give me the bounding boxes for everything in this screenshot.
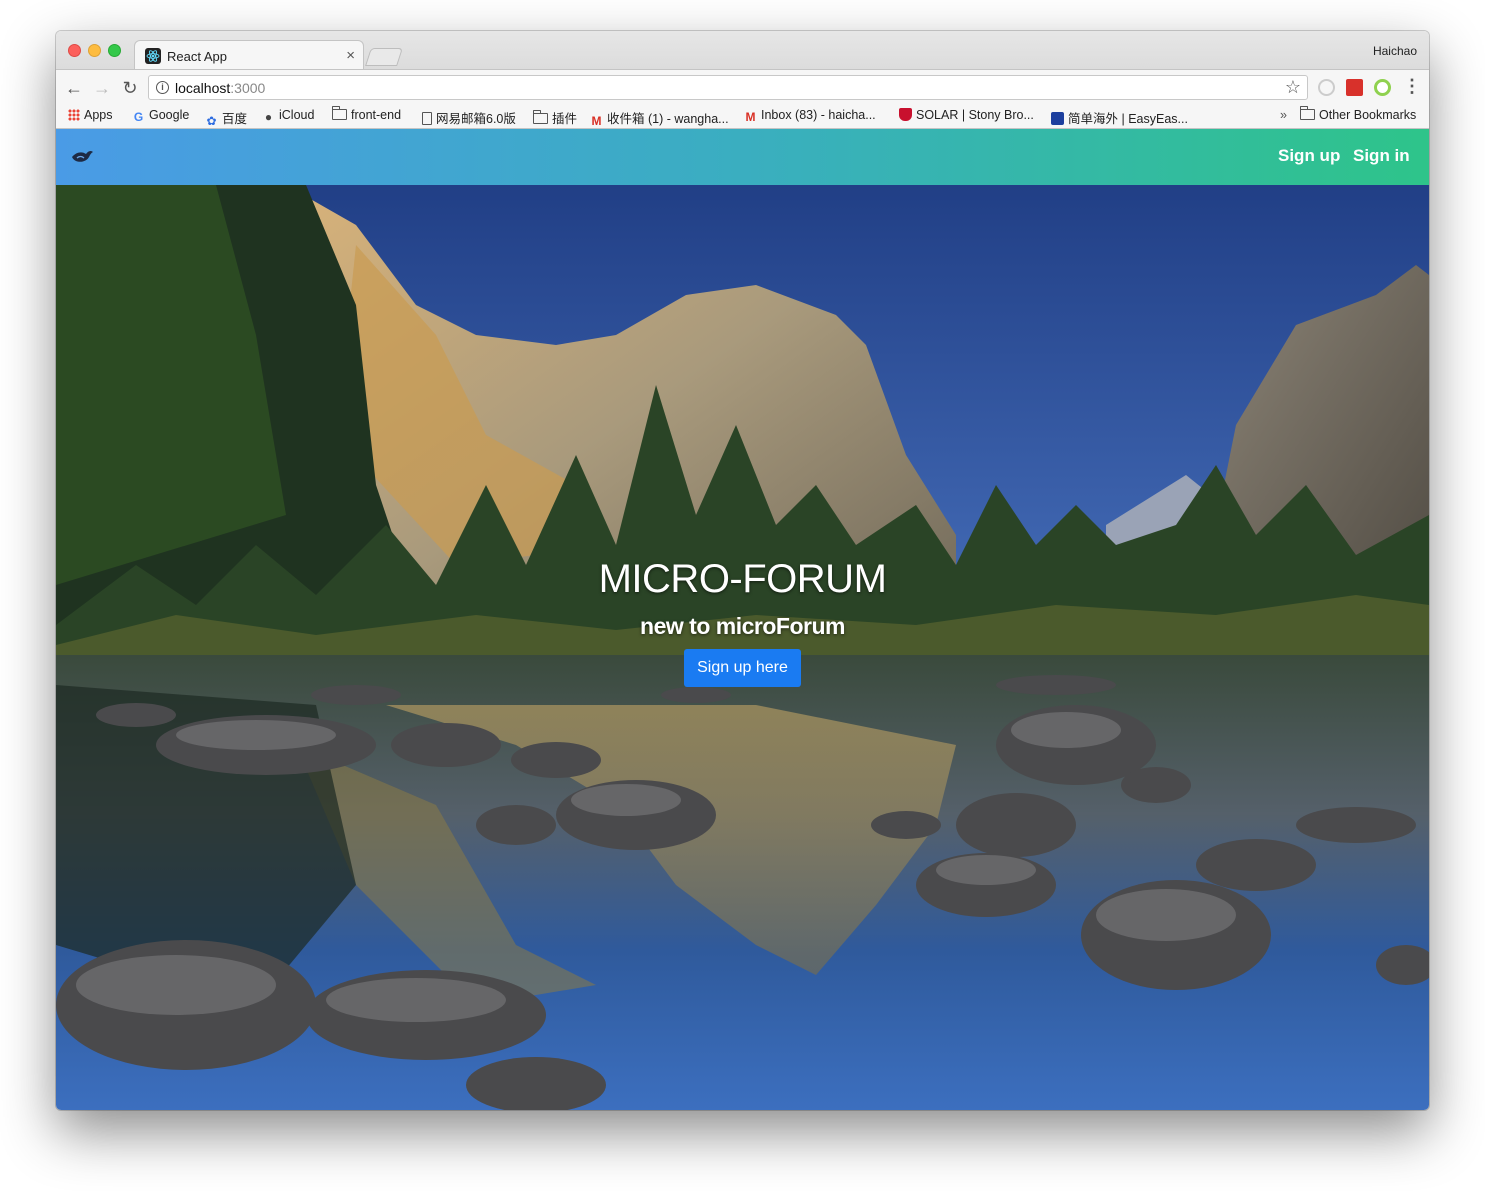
folder-icon <box>332 106 347 120</box>
browser-menu-icon[interactable]: ⋮ <box>1403 76 1421 97</box>
bookmark-baidu[interactable]: ✿ 百度 <box>205 108 247 128</box>
shield-icon <box>899 108 912 121</box>
folder-icon <box>1300 106 1315 120</box>
browser-window: React App × Haichao ← → ↻ i localhost:30… <box>56 31 1429 1110</box>
gmail-icon: M <box>745 110 756 124</box>
bookmark-google[interactable]: G Google <box>132 108 189 124</box>
nav-signin-link[interactable]: Sign in <box>1353 146 1410 166</box>
bookmark-folder-plugins[interactable]: 插件 <box>533 108 577 127</box>
url-text[interactable]: localhost:3000 <box>175 80 265 96</box>
extension-icon[interactable] <box>1318 79 1335 96</box>
bookmark-netease-mail[interactable]: 网易邮箱6.0版 <box>422 108 516 127</box>
bookmarks-overflow-chevron[interactable]: » <box>1280 108 1287 122</box>
folder-icon <box>533 110 548 124</box>
extension-icon[interactable] <box>1374 79 1391 96</box>
forward-icon[interactable]: → <box>92 78 112 98</box>
bookmark-star-icon[interactable]: ☆ <box>1285 77 1301 98</box>
back-icon[interactable]: ← <box>64 78 84 98</box>
bookmark-gmail-inbox-1[interactable]: M 收件箱 (1) - wangha... <box>590 108 729 128</box>
tab-react-app[interactable]: React App × <box>134 40 364 70</box>
browser-toolbar: ← → ↻ i localhost:3000 ☆ ⋮ <box>56 69 1429 104</box>
nav-signup-link[interactable]: Sign up <box>1278 146 1340 166</box>
extension-icon[interactable] <box>1346 79 1363 96</box>
easyeasy-icon <box>1051 112 1064 125</box>
apple-icon: ● <box>264 110 273 124</box>
bookmarks-bar: Apps G Google ✿ 百度 ● iCloud front-end 网易邮箱6… <box>56 104 1429 129</box>
close-window-button[interactable] <box>68 44 81 57</box>
maximize-window-button[interactable] <box>108 44 121 57</box>
bookmark-apps[interactable]: Apps <box>68 108 113 122</box>
tab-close-icon[interactable]: × <box>346 47 355 64</box>
reload-icon[interactable]: ↻ <box>120 78 140 98</box>
address-bar[interactable]: i localhost:3000 ☆ <box>148 75 1308 100</box>
baidu-icon: ✿ <box>206 114 217 128</box>
hero-background-image <box>56 185 1429 1110</box>
hero-section: MICRO-FORUM new to microForum Sign up he… <box>56 185 1429 1110</box>
new-tab-button[interactable] <box>365 48 403 66</box>
bookmark-solar[interactable]: SOLAR | Stony Bro... <box>899 108 1034 122</box>
bookmark-folder-front-end[interactable]: front-end <box>332 106 401 122</box>
signup-here-button[interactable]: Sign up here <box>684 649 801 687</box>
bookmark-other-bookmarks[interactable]: Other Bookmarks <box>1300 106 1416 122</box>
info-icon[interactable]: i <box>156 81 169 94</box>
app-navbar: Sign up Sign in <box>56 129 1429 185</box>
bird-logo-icon[interactable] <box>70 146 94 166</box>
google-icon: G <box>133 110 144 124</box>
react-favicon-icon <box>145 48 161 64</box>
apps-grid-icon <box>68 109 80 121</box>
profile-name[interactable]: Haichao <box>1373 44 1417 58</box>
bookmark-icloud[interactable]: ● iCloud <box>262 108 315 124</box>
page-icon <box>422 112 432 125</box>
tab-title: React App <box>167 49 227 64</box>
bookmark-easyeasy[interactable]: 简单海外 | EasyEas... <box>1051 108 1188 127</box>
gmail-icon: M <box>591 114 602 128</box>
bookmark-gmail-inbox-2[interactable]: M Inbox (83) - haicha... <box>744 108 876 124</box>
hero-title: MICRO-FORUM <box>598 557 887 601</box>
minimize-window-button[interactable] <box>88 44 101 57</box>
tab-bar: React App × Haichao <box>56 31 1429 70</box>
hero-subtitle: new to microForum <box>640 613 845 639</box>
